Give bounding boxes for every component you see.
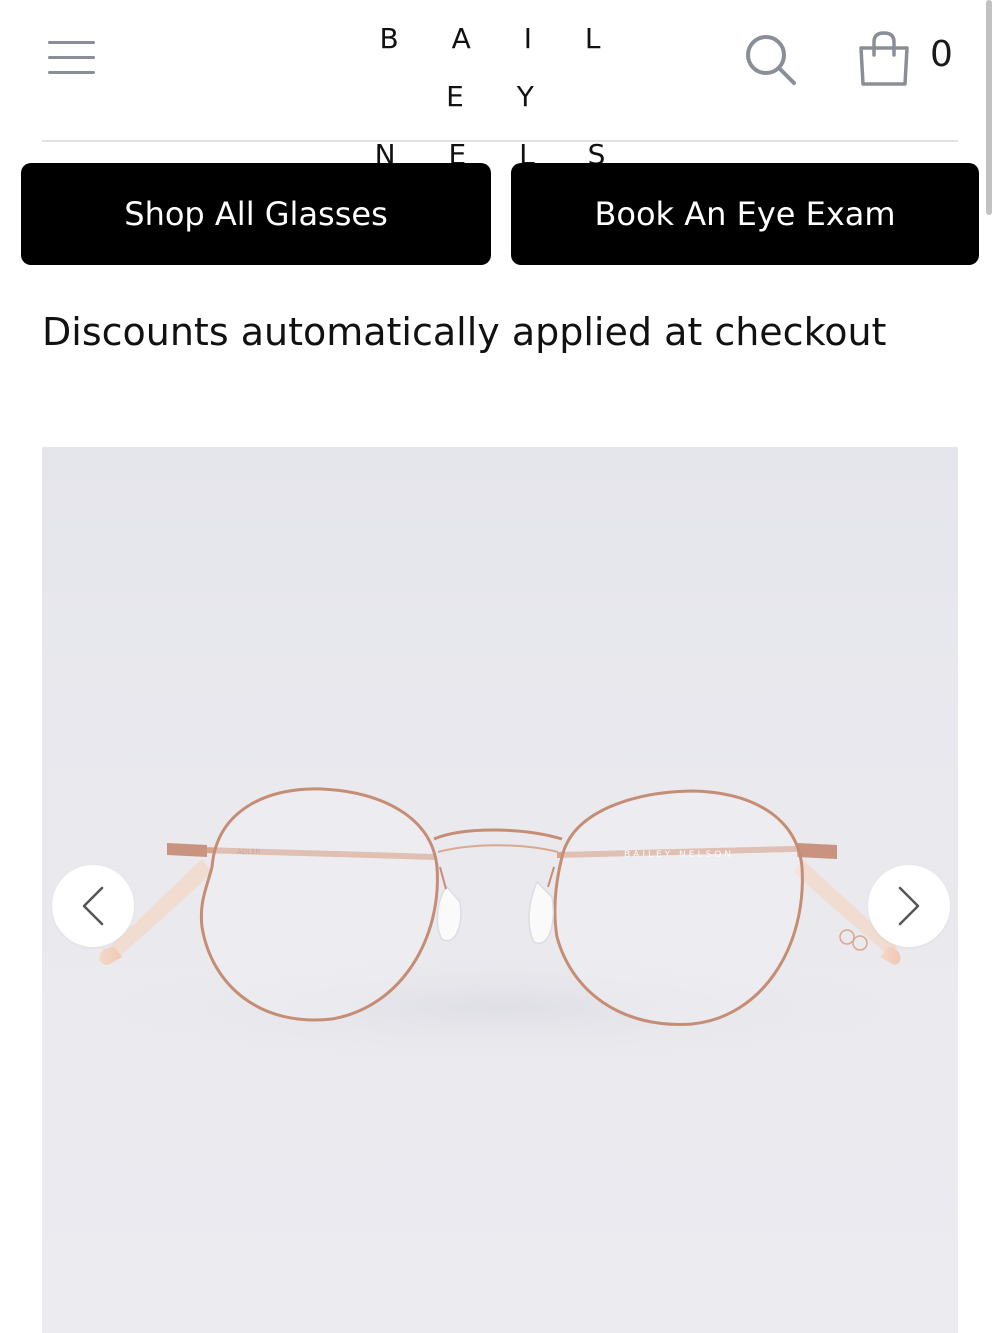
page-scrollbar[interactable] (986, 0, 992, 215)
product-image-gallery[interactable]: ADLER BAILEY NELSON (42, 447, 958, 1333)
chevron-right-icon (898, 886, 920, 926)
search-icon[interactable] (742, 30, 800, 88)
logo-line-1: B A I L E Y (379, 22, 623, 113)
next-image-button[interactable] (868, 865, 950, 947)
hamburger-menu-icon[interactable] (48, 41, 96, 75)
chevron-left-icon (82, 886, 104, 926)
cart-count[interactable]: 0 (930, 34, 953, 75)
shopping-bag-icon[interactable] (855, 28, 913, 88)
header-divider (42, 140, 958, 142)
site-header: B A I L E Y N E L S O N 0 (0, 0, 1000, 229)
book-eye-exam-button[interactable]: Book An Eye Exam (511, 163, 979, 265)
cta-row: Shop All Glasses Book An Eye Exam (21, 163, 979, 265)
previous-image-button[interactable] (52, 865, 134, 947)
promo-banner-text: Discounts automatically applied at check… (42, 310, 887, 354)
glasses-product-image: ADLER BAILEY NELSON (82, 787, 922, 1067)
shop-all-glasses-button[interactable]: Shop All Glasses (21, 163, 491, 265)
